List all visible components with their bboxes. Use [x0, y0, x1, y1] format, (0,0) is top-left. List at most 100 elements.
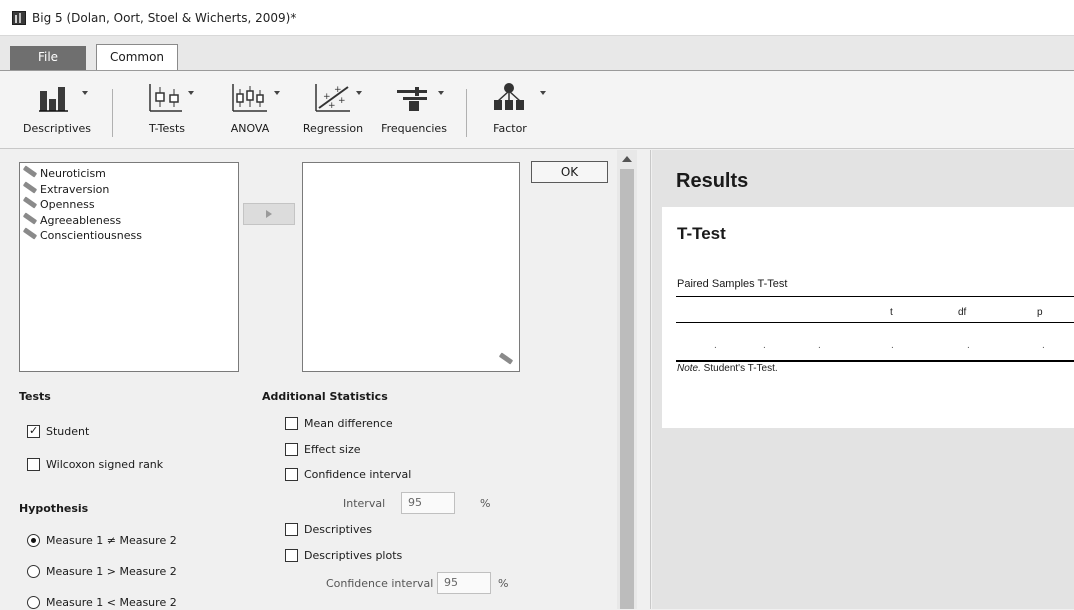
scale-variable-icon: [498, 352, 514, 365]
table-header-rule: [676, 322, 1074, 323]
effect-size-checkbox[interactable]: Effect size: [285, 443, 360, 457]
radio-unselected[interactable]: [27, 565, 40, 578]
checkbox-unchecked[interactable]: [285, 523, 298, 536]
scrollbar-thumb[interactable]: [620, 169, 634, 609]
plots-ci-label: Confidence interval: [326, 577, 434, 590]
anova-button[interactable]: ANOVA: [212, 81, 288, 143]
descriptives-checkbox[interactable]: Descriptives: [285, 523, 372, 537]
hypothesis-radio-two-sided[interactable]: Measure 1 ≠ Measure 2: [27, 534, 177, 548]
radio-unselected[interactable]: [27, 596, 40, 609]
svg-text:+: +: [338, 96, 346, 106]
interval-input[interactable]: 95: [401, 492, 455, 514]
table-cell: .: [1042, 340, 1045, 351]
descriptives-plots-checkbox[interactable]: Descriptives plots: [285, 549, 402, 563]
checkbox-checked[interactable]: [27, 424, 40, 438]
tab-strip: File Common: [0, 36, 1074, 71]
additional-statistics-title: Additional Statistics: [262, 390, 388, 403]
regression-label: Regression: [302, 122, 364, 135]
ok-button[interactable]: OK: [531, 161, 608, 183]
plots-ci-percent-label: %: [498, 577, 509, 590]
regression-scatter-icon: + + + +: [314, 81, 352, 113]
table-note: Note. Student's T-Test.: [677, 363, 778, 374]
chevron-down-icon: [188, 91, 194, 95]
tab-common[interactable]: Common: [96, 44, 178, 71]
table-top-rule: [676, 296, 1074, 297]
frequencies-label: Frequencies: [381, 122, 447, 135]
wilcoxon-checkbox[interactable]: Wilcoxon signed rank: [27, 458, 163, 472]
ribbon-separator: [112, 89, 113, 137]
anova-boxplot-icon: [231, 81, 269, 113]
variable-item[interactable]: Conscientiousness: [20, 227, 238, 244]
student-label: Student: [46, 425, 90, 438]
frequencies-icon: [395, 81, 433, 113]
ribbon-toolbar: Descriptives T-Tests ANOVA + + + + Regre…: [0, 71, 1074, 149]
available-variables-list[interactable]: Neuroticism Extraversion Openness Agreea…: [19, 162, 239, 372]
hypothesis-label: Measure 1 < Measure 2: [46, 596, 177, 609]
svg-text:+: +: [334, 85, 342, 95]
checkbox-unchecked[interactable]: [285, 468, 298, 481]
tests-section-title: Tests: [19, 390, 51, 403]
plots-ci-input[interactable]: 95: [437, 572, 491, 594]
hypothesis-radio-greater[interactable]: Measure 1 > Measure 2: [27, 565, 177, 579]
variable-pairs-list[interactable]: [302, 162, 520, 372]
checkbox-unchecked[interactable]: [285, 549, 298, 562]
chevron-down-icon: [540, 91, 546, 95]
descriptives-label: Descriptives: [304, 523, 372, 536]
radio-selected[interactable]: [27, 534, 40, 547]
scale-variable-icon: [22, 211, 38, 225]
mean-difference-checkbox[interactable]: Mean difference: [285, 417, 393, 431]
tab-file[interactable]: File: [10, 46, 86, 70]
app-icon: [12, 11, 26, 25]
assign-variable-button[interactable]: [243, 203, 295, 225]
checkbox-unchecked[interactable]: [27, 458, 40, 471]
descriptives-button[interactable]: Descriptives: [18, 81, 96, 143]
note-prefix: Note.: [677, 363, 701, 374]
anova-label: ANOVA: [230, 122, 270, 135]
variable-label: Conscientiousness: [40, 229, 142, 242]
panel-splitter[interactable]: [637, 150, 651, 609]
ribbon-separator: [466, 89, 467, 137]
note-text: Student's T-Test.: [700, 363, 778, 374]
checkbox-unchecked[interactable]: [285, 443, 298, 456]
variable-label: Extraversion: [40, 182, 110, 196]
column-header-p: p: [1037, 307, 1043, 318]
t-tests-label: T-Tests: [148, 122, 186, 135]
variable-label: Agreeableness: [40, 213, 122, 227]
results-panel: Results T-Test Paired Samples T-Test t d…: [652, 150, 1074, 609]
analysis-options-panel: Neuroticism Extraversion Openness Agreea…: [0, 150, 637, 609]
scale-variable-icon: [22, 196, 38, 209]
student-checkbox[interactable]: Student: [27, 424, 90, 439]
variable-item[interactable]: Extraversion: [20, 180, 238, 198]
chevron-down-icon: [82, 91, 88, 95]
scroll-up-icon[interactable]: [622, 156, 632, 162]
hypothesis-radio-less[interactable]: Measure 1 < Measure 2: [27, 596, 177, 610]
variable-label: Neuroticism: [40, 167, 106, 180]
factor-button[interactable]: Factor: [480, 81, 546, 143]
effect-size-label: Effect size: [304, 443, 361, 456]
variable-item[interactable]: Openness: [20, 196, 238, 213]
t-tests-button[interactable]: T-Tests: [132, 81, 202, 143]
variable-label: Openness: [40, 198, 95, 211]
variable-item[interactable]: Neuroticism: [20, 165, 238, 182]
descriptives-plots-label: Descriptives plots: [304, 549, 403, 562]
regression-button[interactable]: + + + + Regression: [296, 81, 370, 143]
t-tests-boxplot-icon: [148, 81, 186, 113]
interval-label: Interval: [343, 497, 386, 510]
chevron-down-icon: [274, 91, 280, 95]
variable-item[interactable]: Agreeableness: [20, 211, 238, 229]
table-cell: .: [714, 340, 717, 351]
table-cell: .: [818, 340, 821, 351]
table-cell: .: [763, 340, 766, 351]
results-output: T-Test Paired Samples T-Test t df p . . …: [662, 207, 1074, 428]
analysis-heading: T-Test: [677, 224, 726, 243]
frequencies-button[interactable]: Frequencies: [376, 81, 452, 143]
checkbox-unchecked[interactable]: [285, 417, 298, 430]
hypothesis-section-title: Hypothesis: [19, 502, 89, 515]
arrow-right-icon: [266, 210, 272, 218]
factor-tree-icon: [491, 81, 529, 113]
scale-variable-icon: [22, 227, 38, 240]
options-scrollbar[interactable]: [617, 150, 637, 609]
table-cell: .: [891, 340, 894, 351]
chevron-down-icon: [356, 91, 362, 95]
confidence-interval-checkbox[interactable]: Confidence interval: [285, 468, 411, 482]
